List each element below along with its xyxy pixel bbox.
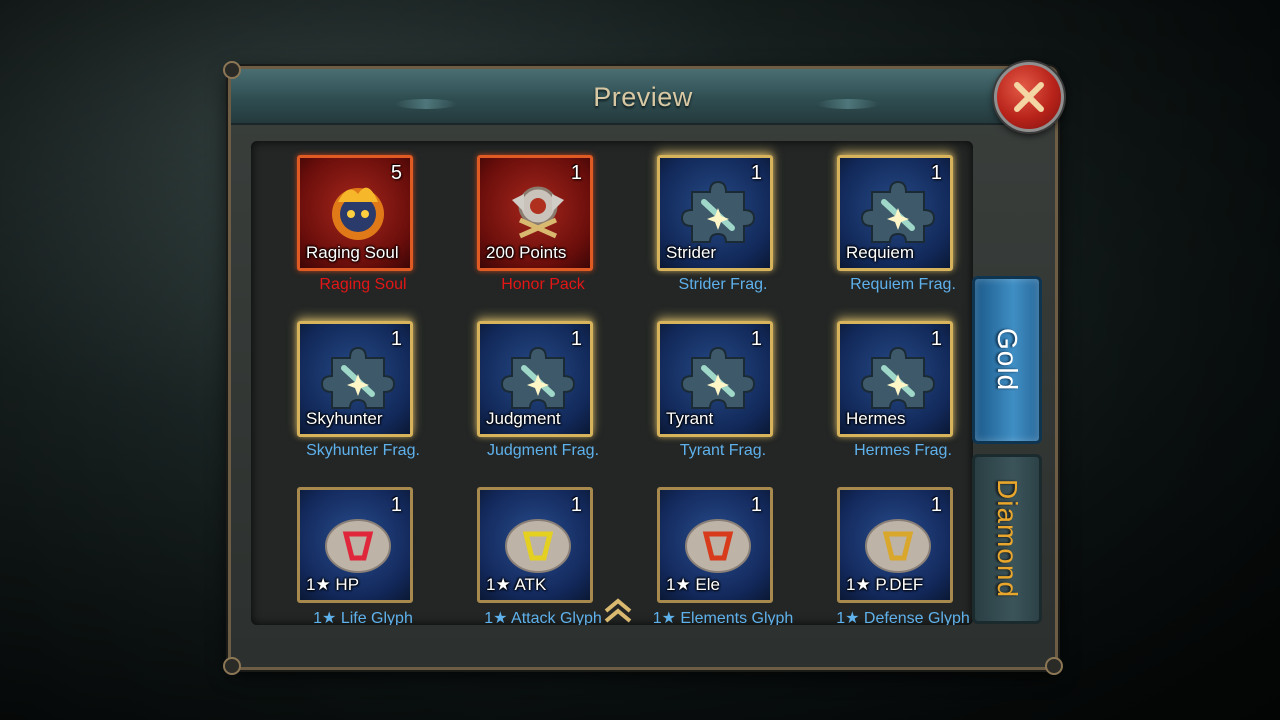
corner-ornament: [223, 657, 241, 675]
item-icon-frame[interactable]: 1 1★ ATK: [477, 487, 593, 603]
reward-item[interactable]: 1 1★ Ele 1★ Elements Glyph: [633, 487, 813, 625]
item-icon-frame[interactable]: 1 Hermes: [837, 321, 953, 437]
item-icon-label: 1★ HP: [306, 575, 360, 594]
item-count: 1: [570, 494, 582, 516]
item-icon-frame[interactable]: 1 Strider: [657, 155, 773, 271]
reward-item[interactable]: 1 Hermes Hermes Frag.: [813, 321, 973, 465]
item-count: 1: [390, 494, 402, 516]
puzzle-piece-icon: [858, 338, 938, 418]
item-icon-label: Skyhunter: [306, 409, 383, 428]
item-name: Honor Pack: [501, 276, 585, 293]
reward-item[interactable]: 1 Requiem Requiem Frag.: [813, 155, 973, 299]
corner-ornament: [223, 61, 241, 79]
item-icon-label: 1★ Ele: [666, 575, 720, 594]
item-name: Requiem Frag.: [850, 276, 956, 293]
dialog-header: Preview: [231, 69, 1055, 125]
reward-item[interactable]: 1 Strider Strider Frag.: [633, 155, 813, 299]
item-icon-frame[interactable]: 1 Judgment: [477, 321, 593, 437]
item-name: 1★ Life Glyph: [313, 610, 413, 625]
item-count: 1: [930, 494, 942, 516]
item-icon-label: Raging Soul: [306, 243, 399, 262]
item-count: 1: [750, 328, 762, 350]
item-icon-frame[interactable]: 1 Tyrant: [657, 321, 773, 437]
item-icon-frame[interactable]: 1 1★ HP: [297, 487, 413, 603]
tab-diamond[interactable]: Diamond: [972, 454, 1042, 624]
item-icon-frame[interactable]: 1 Skyhunter: [297, 321, 413, 437]
item-name: Judgment Frag.: [486, 442, 600, 459]
rune-stone-icon: [318, 504, 398, 584]
item-name: Skyhunter Frag.: [306, 442, 420, 459]
reward-item[interactable]: 5 Raging Soul Raging Soul: [273, 155, 453, 299]
close-button[interactable]: [994, 62, 1064, 132]
item-icon-label: Tyrant: [666, 409, 714, 428]
item-name: Strider Frag.: [678, 276, 768, 293]
rune-stone-icon: [858, 504, 938, 584]
item-count: 1: [930, 328, 942, 350]
item-count: 1: [750, 494, 762, 516]
rune-stone-icon: [678, 504, 758, 584]
item-name: 1★ Defense Glyph: [836, 610, 970, 625]
tab-label: Gold: [992, 328, 1023, 392]
item-name: Raging Soul: [319, 276, 407, 293]
item-list[interactable]: 5 Raging Soul Raging Soul 1 200 Points Honor …: [251, 141, 973, 625]
puzzle-piece-icon: [858, 172, 938, 252]
item-count: 1: [750, 162, 762, 184]
reward-item[interactable]: 1 1★ P.DEF 1★ Defense Glyph: [813, 487, 973, 625]
puzzle-piece-icon: [678, 172, 758, 252]
puzzle-piece-icon: [498, 338, 578, 418]
puzzle-piece-icon: [678, 338, 758, 418]
tab-label: Diamond: [992, 479, 1023, 599]
tab-gold[interactable]: Gold: [972, 276, 1042, 444]
reward-item[interactable]: 1 Tyrant Tyrant Frag.: [633, 321, 813, 465]
item-icon-frame[interactable]: 1 1★ P.DEF: [837, 487, 953, 603]
item-grid: 5 Raging Soul Raging Soul 1 200 Points Honor …: [273, 155, 973, 625]
item-name: Tyrant Frag.: [679, 442, 767, 459]
item-icon-label: 1★ ATK: [486, 575, 547, 594]
scroll-up-arrow-icon[interactable]: [602, 597, 634, 625]
reward-item[interactable]: 1 Skyhunter Skyhunter Frag.: [273, 321, 453, 465]
reward-item[interactable]: 1 1★ HP 1★ Life Glyph: [273, 487, 453, 625]
puzzle-piece-icon: [318, 338, 398, 418]
shield-crest-icon: [498, 172, 578, 252]
item-count: 5: [390, 162, 402, 184]
item-icon-frame[interactable]: 1 1★ Ele: [657, 487, 773, 603]
reward-item[interactable]: 1 200 Points Honor Pack: [453, 155, 633, 299]
item-name: 1★ Elements Glyph: [652, 610, 794, 625]
rune-stone-icon: [498, 504, 578, 584]
item-icon-label: Requiem: [846, 243, 915, 262]
item-icon-label: Judgment: [486, 409, 561, 428]
item-icon-label: Hermes: [846, 409, 906, 428]
item-icon-label: 200 Points: [486, 243, 567, 262]
item-icon-frame[interactable]: 5 Raging Soul: [297, 155, 413, 271]
item-icon-label: 1★ P.DEF: [846, 575, 924, 594]
close-icon: [1014, 82, 1044, 112]
item-icon-label: Strider: [666, 243, 717, 262]
item-count: 1: [570, 162, 582, 184]
reward-item[interactable]: 1 Judgment Judgment Frag.: [453, 321, 633, 465]
item-name: Hermes Frag.: [854, 442, 952, 459]
item-icon-frame[interactable]: 1 Requiem: [837, 155, 953, 271]
flaming-skull-icon: [318, 172, 398, 252]
preview-dialog: Preview 5 Raging Soul Raging Soul 1 200 Poin…: [223, 61, 1063, 675]
corner-ornament: [1045, 657, 1063, 675]
item-icon-frame[interactable]: 1 200 Points: [477, 155, 593, 271]
item-count: 1: [570, 328, 582, 350]
dialog-title: Preview: [593, 82, 693, 112]
item-count: 1: [930, 162, 942, 184]
item-count: 1: [390, 328, 402, 350]
